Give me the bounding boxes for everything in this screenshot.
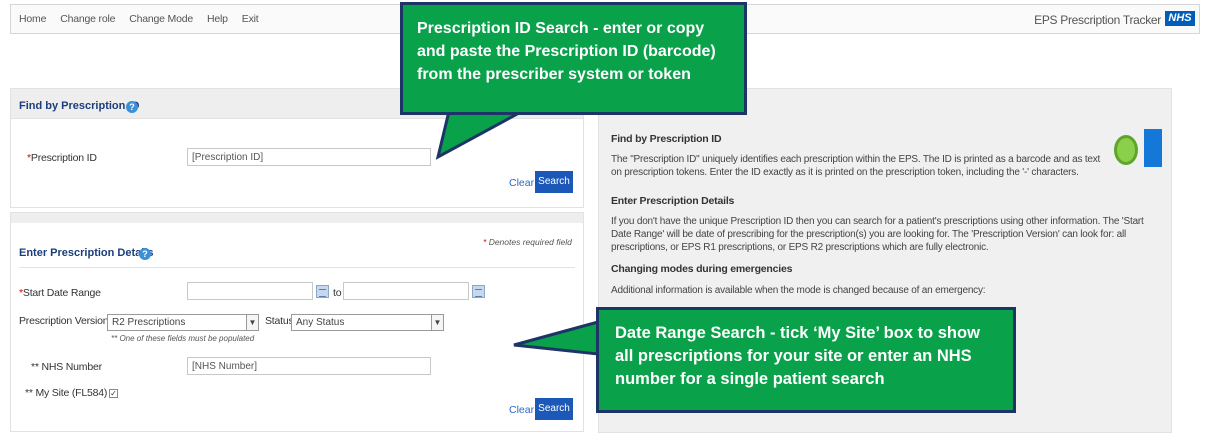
prescription-version-label: Prescription Version <box>19 315 109 327</box>
help-icon[interactable]: ? <box>139 248 151 260</box>
find-panel-title: Find by Prescription ID <box>19 100 140 112</box>
clear-link[interactable]: Clear <box>509 177 534 189</box>
app-title: EPS Prescription Tracker <box>1034 13 1161 27</box>
prescription-id-label: *Prescription ID <box>27 152 97 164</box>
details-panel-header <box>11 213 583 223</box>
end-date-input[interactable] <box>343 282 469 300</box>
my-site-label: ** My Site (FL584) <box>25 387 108 399</box>
to-label: to <box>333 287 342 299</box>
prescription-id-callout: Prescription ID Search - enter or copy a… <box>400 2 747 115</box>
divider <box>19 267 575 268</box>
nav-links: Home Change role Change Mode Help Exit <box>19 13 259 25</box>
required-note: * Denotes required field <box>483 237 572 247</box>
search-button[interactable]: Search <box>535 398 573 420</box>
nhs-number-label: ** NHS Number <box>31 361 102 373</box>
info-text-find: The "Prescription ID" uniquely identifie… <box>611 154 1101 178</box>
nav-help[interactable]: Help <box>207 13 228 25</box>
start-date-label: *Start Date Range <box>19 287 101 299</box>
required-note-asterisk: * <box>483 237 487 247</box>
prescription-id-input[interactable]: [Prescription ID] <box>187 148 431 166</box>
search-button[interactable]: Search <box>535 171 573 193</box>
date-range-callout: Date Range Search - tick ‘My Site’ box t… <box>596 307 1016 413</box>
chevron-down-icon: ▼ <box>431 315 443 330</box>
prescription-version-select[interactable]: R2 Prescriptions ▼ <box>107 314 259 331</box>
nhs-badge-icon <box>1144 129 1162 167</box>
callout-pointer-bottom <box>513 320 602 356</box>
calendar-icon[interactable] <box>316 285 329 298</box>
eps-logo-icon <box>1114 135 1138 165</box>
info-text-details: If you don't have the unique Prescriptio… <box>611 216 1144 253</box>
info-heading-modes: Changing modes during emergencies <box>611 263 793 275</box>
details-panel-title: Enter Prescription Details <box>19 247 154 259</box>
start-date-input[interactable] <box>187 282 313 300</box>
required-note-text: Denotes required field <box>488 237 572 247</box>
prescription-version-value: R2 Prescriptions <box>112 317 186 328</box>
nav-change-role[interactable]: Change role <box>60 13 115 25</box>
nav-exit[interactable]: Exit <box>242 13 259 25</box>
app-frame: Home Change role Change Mode Help Exit E… <box>0 0 1213 438</box>
info-heading-details: Enter Prescription Details <box>611 195 735 207</box>
nhs-number-input[interactable]: [NHS Number] <box>187 357 431 375</box>
prescription-id-label-text: Prescription ID <box>30 152 97 164</box>
help-icon[interactable]: ? <box>126 101 138 113</box>
nav-home[interactable]: Home <box>19 13 46 25</box>
status-select[interactable]: Any Status ▼ <box>291 314 444 331</box>
prescription-details-panel: Enter Prescription Details ? * Denotes r… <box>10 212 584 432</box>
clear-link[interactable]: Clear <box>509 404 534 416</box>
info-text-modes: Additional information is available when… <box>611 285 986 296</box>
nhs-logo: NHS <box>1165 11 1195 26</box>
calendar-icon[interactable] <box>472 285 485 298</box>
status-label: Status <box>265 315 294 327</box>
nav-change-mode[interactable]: Change Mode <box>129 13 193 25</box>
start-date-label-text: Start Date Range <box>22 287 101 299</box>
chevron-down-icon: ▼ <box>246 315 258 330</box>
one-of-note: ** One of these fields must be populated <box>111 334 255 343</box>
info-heading-find: Find by Prescription ID <box>611 133 722 145</box>
status-value: Any Status <box>296 317 345 328</box>
my-site-checkbox[interactable]: ✓ <box>109 389 118 398</box>
